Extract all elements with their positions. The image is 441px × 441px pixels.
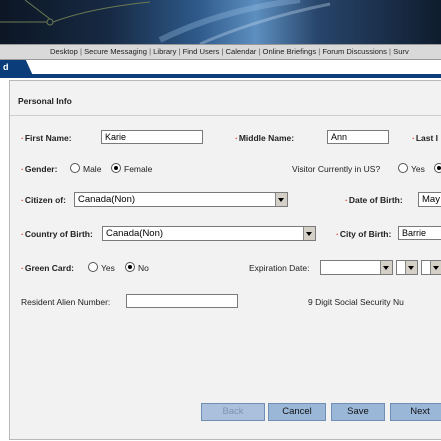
nav-forum-discussions[interactable]: Forum Discussions xyxy=(322,47,387,56)
gender-male-radio[interactable] xyxy=(70,163,80,173)
resident-alien-input[interactable] xyxy=(126,294,238,308)
resident-alien-label: Resident Alien Number: xyxy=(21,297,111,307)
gender-female-label: Female xyxy=(124,164,153,174)
cancel-button[interactable]: Cancel xyxy=(268,403,326,421)
middle-name-input[interactable] xyxy=(327,130,389,144)
green-card-yes-label: Yes xyxy=(101,263,115,273)
country-of-birth-select[interactable]: Canada(Non) xyxy=(102,226,316,241)
nav-library[interactable]: Library xyxy=(153,47,176,56)
tab-strip: d xyxy=(0,60,441,78)
green-card-no-label: No xyxy=(138,263,149,273)
expiration-date-label: Expiration Date: xyxy=(249,263,310,273)
first-name-label: ·First Name: xyxy=(21,133,72,143)
section-title: Personal Info xyxy=(18,96,72,106)
back-button[interactable]: Back xyxy=(201,403,265,421)
city-of-birth-input[interactable] xyxy=(398,226,441,240)
city-of-birth-label: ·City of Birth: xyxy=(336,229,392,239)
first-name-input[interactable] xyxy=(101,130,203,144)
citizen-of-select[interactable]: Canada(Non) xyxy=(74,192,288,207)
visitor-no-radio[interactable] xyxy=(434,163,441,173)
visitor-yes-label: Yes xyxy=(411,164,425,174)
last-name-label: ·Last I xyxy=(412,133,439,143)
save-button[interactable]: Save xyxy=(331,403,385,421)
chevron-down-icon[interactable] xyxy=(275,193,287,206)
nav-find-users[interactable]: Find Users xyxy=(183,47,220,56)
gender-female-radio[interactable] xyxy=(111,163,121,173)
tab-bar-rule xyxy=(0,74,441,78)
ssn-label: 9 Digit Social Security Nu xyxy=(308,297,404,307)
dob-month-select[interactable]: May xyxy=(418,192,441,207)
expiration-month-select[interactable] xyxy=(320,260,393,275)
country-of-birth-label: ·Country of Birth: xyxy=(21,229,93,239)
chevron-down-icon[interactable] xyxy=(380,261,392,274)
green-card-label: ·Green Card: xyxy=(21,263,74,273)
nav-surveys[interactable]: Surv xyxy=(393,47,409,56)
gender-male-label: Male xyxy=(83,164,102,174)
date-of-birth-label: ·Date of Birth: xyxy=(345,195,403,205)
green-card-yes-radio[interactable] xyxy=(88,262,98,272)
top-nav: Desktop | Secure Messaging | Library | F… xyxy=(0,44,441,60)
nav-desktop[interactable]: Desktop xyxy=(50,47,78,56)
nav-links: Desktop | Secure Messaging | Library | F… xyxy=(50,47,409,56)
nav-secure-messaging[interactable]: Secure Messaging xyxy=(84,47,147,56)
middle-name-label: ·Middle Name: xyxy=(235,133,295,143)
expiration-year-select[interactable] xyxy=(421,260,441,275)
header-banner xyxy=(0,0,441,44)
visitor-label: Visitor Currently in US? xyxy=(292,164,381,174)
visitor-yes-radio[interactable] xyxy=(398,163,408,173)
active-tab[interactable]: d xyxy=(0,60,34,78)
banner-graphic xyxy=(0,0,331,44)
nav-calendar[interactable]: Calendar xyxy=(226,47,257,56)
chevron-down-icon[interactable] xyxy=(405,261,417,274)
gender-label: ·Gender: xyxy=(21,164,58,174)
active-tab-label: d xyxy=(3,62,9,72)
citizen-of-label: ·Citizen of: xyxy=(21,195,66,205)
chevron-down-icon[interactable] xyxy=(430,261,441,274)
green-card-no-radio[interactable] xyxy=(125,262,135,272)
next-button[interactable]: Next xyxy=(390,403,441,421)
nav-online-briefings[interactable]: Online Briefings xyxy=(263,47,317,56)
expiration-day-select[interactable] xyxy=(396,260,418,275)
chevron-down-icon[interactable] xyxy=(303,227,315,240)
section-divider xyxy=(10,115,441,116)
